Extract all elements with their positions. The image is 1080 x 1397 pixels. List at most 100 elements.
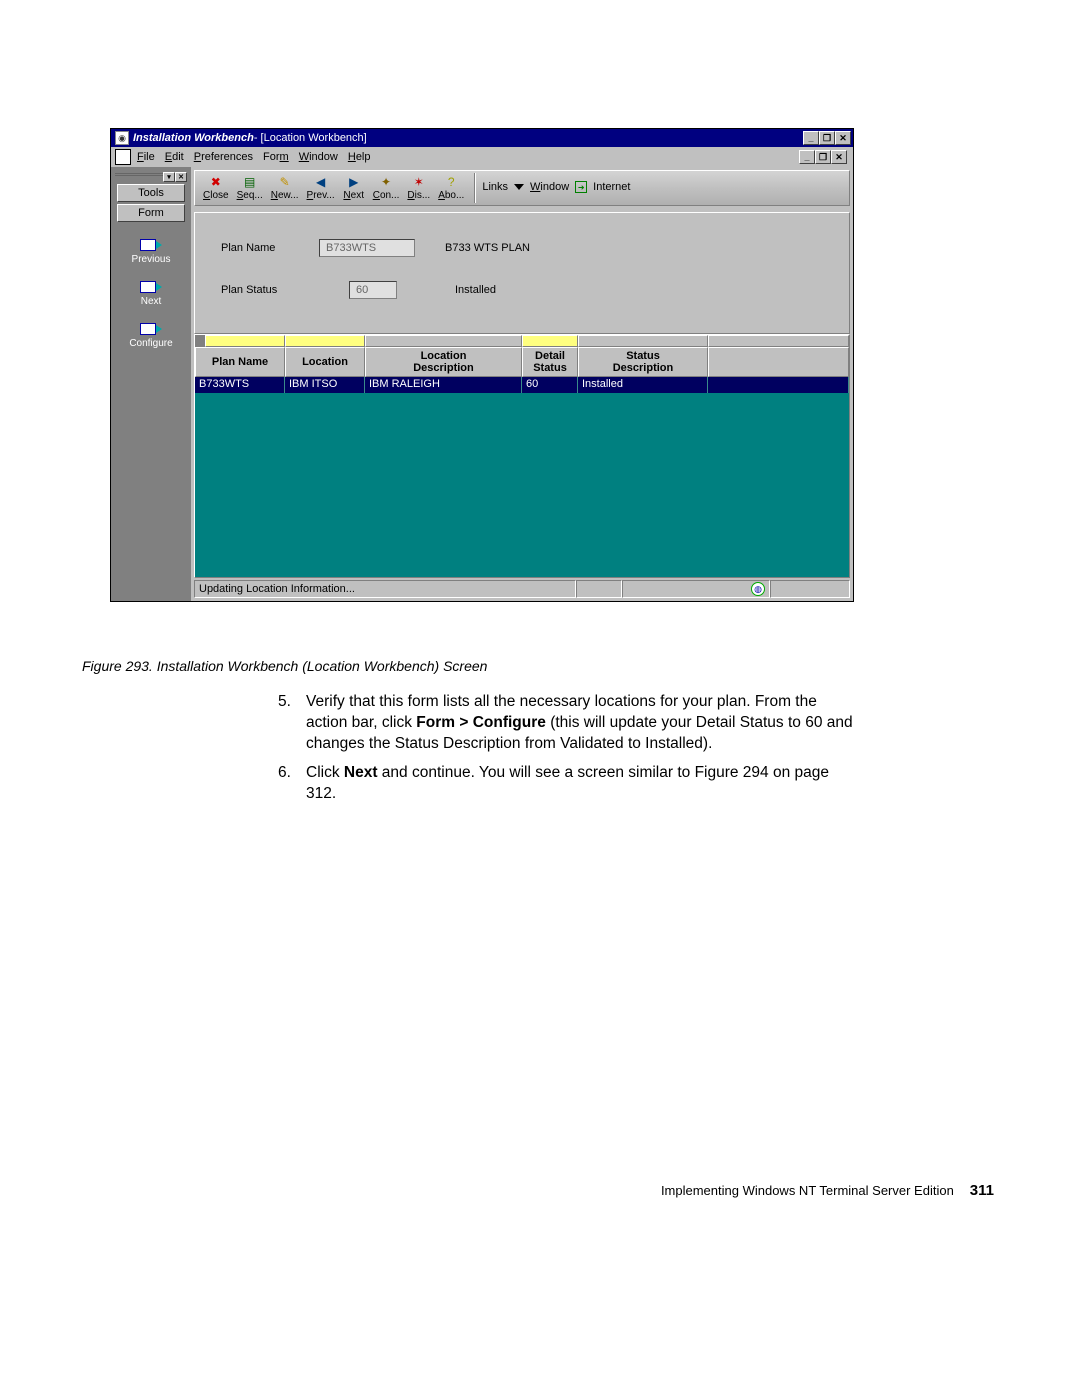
grid-head-detail-status[interactable]: DetailStatus: [522, 347, 578, 377]
close-icon: ✖: [208, 174, 224, 190]
toolbar-button-label: Next: [343, 190, 364, 201]
cell-status-desc: Installed: [578, 377, 708, 393]
sidebar-action-label: Configure: [129, 338, 172, 349]
menu-preferences[interactable]: Preferences: [194, 151, 253, 163]
menu-window[interactable]: Window: [299, 151, 338, 163]
cell-loc-desc: IBM RALEIGH: [365, 377, 522, 393]
mdi-close-button[interactable]: ✕: [831, 150, 847, 164]
internet-icon: ➜: [575, 181, 587, 193]
new-icon: ✎: [277, 174, 293, 190]
dis-icon: ✶: [411, 174, 427, 190]
form-panel: Plan Name B733WTS B733 WTS PLAN Plan Sta…: [194, 212, 850, 334]
cell-detail-status: 60: [522, 377, 578, 393]
status-cell-3: ◍: [622, 580, 770, 598]
page-footer: Implementing Windows NT Terminal Server …: [0, 1182, 1080, 1199]
plan-name-display: B733 WTS PLAN: [445, 242, 530, 254]
toolbar-button-label: New...: [271, 190, 299, 201]
toolbar: ✖Close▤Seq...✎New...◀Prev...▶Next✦Con...…: [194, 170, 850, 206]
footer-text: Implementing Windows NT Terminal Server …: [661, 1183, 954, 1198]
figure-caption: Figure 293. Installation Workbench (Loca…: [82, 658, 487, 674]
grid-filter-detail[interactable]: [522, 335, 578, 347]
grid-filter-statusdesc[interactable]: [578, 335, 708, 347]
instruction-number: 5.: [278, 692, 306, 755]
toolbar-button-label: Con...: [373, 190, 400, 201]
links-dropdown-icon[interactable]: [514, 184, 524, 190]
close-button[interactable]: ✕: [835, 131, 851, 145]
minimize-button[interactable]: _: [803, 131, 819, 145]
toolbar-button-label: Seq...: [237, 190, 263, 201]
sidebar-grip: ▾ ✕: [115, 173, 187, 183]
toolbar-button-seq[interactable]: ▤Seq...: [233, 173, 267, 202]
cell-plan-name: B733WTS: [195, 377, 285, 393]
instruction-item: 5.Verify that this form lists all the ne…: [278, 692, 856, 755]
sidebar-action-next[interactable]: Next: [111, 279, 191, 307]
grid-header-row: Plan Name Location LocationDescription D…: [195, 347, 849, 377]
toolbar-button-next[interactable]: ▶Next: [339, 173, 369, 202]
status-cell-4: [770, 580, 850, 598]
link-internet[interactable]: Internet: [593, 181, 630, 193]
menu-bar: File Edit Preferences Form Window Help _…: [111, 147, 853, 167]
page-number: 311: [970, 1182, 994, 1199]
seq-icon: ▤: [242, 174, 258, 190]
links-label: Links: [482, 181, 508, 193]
table-row[interactable]: B733WTS IBM ITSO IBM RALEIGH 60 Installe…: [195, 377, 849, 393]
abo-icon: ?: [443, 174, 459, 190]
title-sub: - [Location Workbench]: [254, 132, 367, 144]
sidebar-tab-tools[interactable]: Tools: [117, 184, 185, 202]
globe-status-icon: ◍: [751, 582, 765, 596]
toolbar-button-dis[interactable]: ✶Dis...: [403, 173, 434, 202]
toolbar-button-con[interactable]: ✦Con...: [369, 173, 404, 202]
plan-name-label: Plan Name: [221, 242, 319, 254]
menu-help[interactable]: Help: [348, 151, 371, 163]
grid-head-loc-desc[interactable]: LocationDescription: [365, 347, 522, 377]
grid-head-plan-name[interactable]: Plan Name: [195, 347, 285, 377]
prev-icon: ◀: [313, 174, 329, 190]
grid-head-status-desc[interactable]: StatusDescription: [578, 347, 708, 377]
toolbar-button-new[interactable]: ✎New...: [267, 173, 303, 202]
link-window[interactable]: Window: [530, 181, 569, 193]
title-bar: ◉ Installation Workbench - [Location Wor…: [111, 129, 853, 147]
plan-status-label: Plan Status: [221, 284, 319, 296]
title-appname: Installation Workbench: [133, 132, 254, 144]
mdi-restore-button[interactable]: ❐: [815, 150, 831, 164]
toolbar-button-label: Dis...: [407, 190, 430, 201]
grid-filter-locdesc[interactable]: [365, 335, 522, 347]
menu-form[interactable]: Form: [263, 151, 289, 163]
toolbar-separator: [474, 173, 476, 203]
toolbar-button-prev[interactable]: ◀Prev...: [303, 173, 339, 202]
configure-icon: [140, 321, 162, 335]
grid-filter-plan[interactable]: [205, 335, 285, 347]
toolbar-button-label: Abo...: [438, 190, 464, 201]
toolbar-button-label: Prev...: [307, 190, 335, 201]
next-icon: ▶: [346, 174, 362, 190]
sidebar-dropdown-icon[interactable]: ▾: [163, 172, 175, 182]
plan-status-field[interactable]: 60: [349, 281, 397, 299]
menu-edit[interactable]: Edit: [165, 151, 184, 163]
plan-name-field[interactable]: B733WTS: [319, 239, 415, 257]
status-bar: Updating Location Information... ◍: [194, 580, 850, 598]
sidebar: ▾ ✕ Tools Form Previous Next Configure: [111, 167, 191, 601]
sidebar-action-configure[interactable]: Configure: [111, 321, 191, 349]
instruction-number: 6.: [278, 763, 306, 805]
sidebar-close-icon[interactable]: ✕: [175, 172, 187, 182]
app-window: ◉ Installation Workbench - [Location Wor…: [110, 128, 854, 602]
instruction-item: 6.Click Next and continue. You will see …: [278, 763, 856, 805]
instruction-body: Click Next and continue. You will see a …: [306, 763, 856, 805]
toolbar-button-close[interactable]: ✖Close: [199, 173, 233, 202]
mdi-minimize-button[interactable]: _: [799, 150, 815, 164]
toolbar-button-abo[interactable]: ?Abo...: [434, 173, 468, 202]
sidebar-tab-form[interactable]: Form: [117, 204, 185, 222]
next-icon: [140, 279, 162, 293]
status-text: Updating Location Information...: [194, 580, 576, 598]
con-icon: ✦: [378, 174, 394, 190]
sidebar-action-previous[interactable]: Previous: [111, 237, 191, 265]
maximize-button[interactable]: ❐: [819, 131, 835, 145]
grid-filter-location[interactable]: [285, 335, 365, 347]
instruction-body: Verify that this form lists all the nece…: [306, 692, 856, 755]
toolbar-button-label: Close: [203, 190, 229, 201]
grid-head-location[interactable]: Location: [285, 347, 365, 377]
sidebar-action-label: Next: [141, 296, 162, 307]
cell-location: IBM ITSO: [285, 377, 365, 393]
menu-file[interactable]: File: [137, 151, 155, 163]
grid-body[interactable]: B733WTS IBM ITSO IBM RALEIGH 60 Installe…: [195, 377, 849, 577]
